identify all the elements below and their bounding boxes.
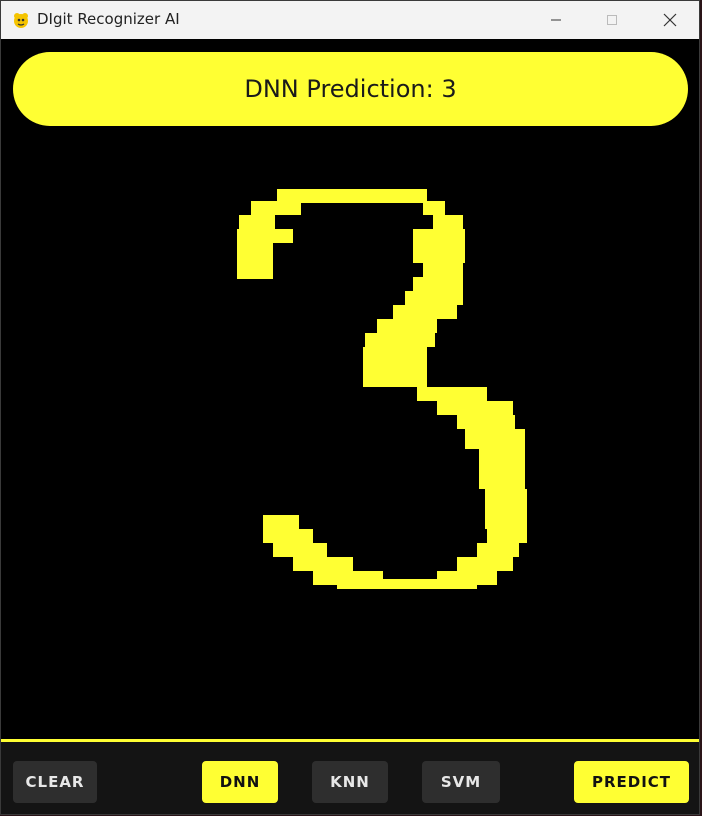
close-icon	[663, 13, 677, 27]
maximize-button[interactable]	[589, 1, 635, 39]
pygame-snake-icon	[11, 10, 31, 30]
close-button[interactable]	[647, 1, 693, 39]
svm-model-button[interactable]: SVM	[422, 761, 500, 803]
app-window: DIgit Recognizer AI DNN Prediction: 3 CL…	[0, 0, 700, 815]
predict-button[interactable]: PREDICT	[574, 761, 689, 803]
clear-button[interactable]: CLEAR	[13, 761, 97, 803]
window-title: DIgit Recognizer AI	[37, 10, 180, 28]
drawn-digit-stroke	[237, 189, 537, 593]
minimize-icon	[550, 14, 562, 26]
drawing-canvas[interactable]: DNN Prediction: 3	[1, 39, 699, 739]
bottom-toolbar: CLEAR DNN KNN SVM PREDICT	[1, 742, 699, 814]
prediction-banner: DNN Prediction: 3	[13, 52, 688, 126]
dnn-model-button[interactable]: DNN	[202, 761, 278, 803]
minimize-button[interactable]	[533, 1, 579, 39]
knn-model-button[interactable]: KNN	[312, 761, 388, 803]
maximize-icon	[606, 14, 618, 26]
title-bar[interactable]: DIgit Recognizer AI	[1, 1, 699, 39]
